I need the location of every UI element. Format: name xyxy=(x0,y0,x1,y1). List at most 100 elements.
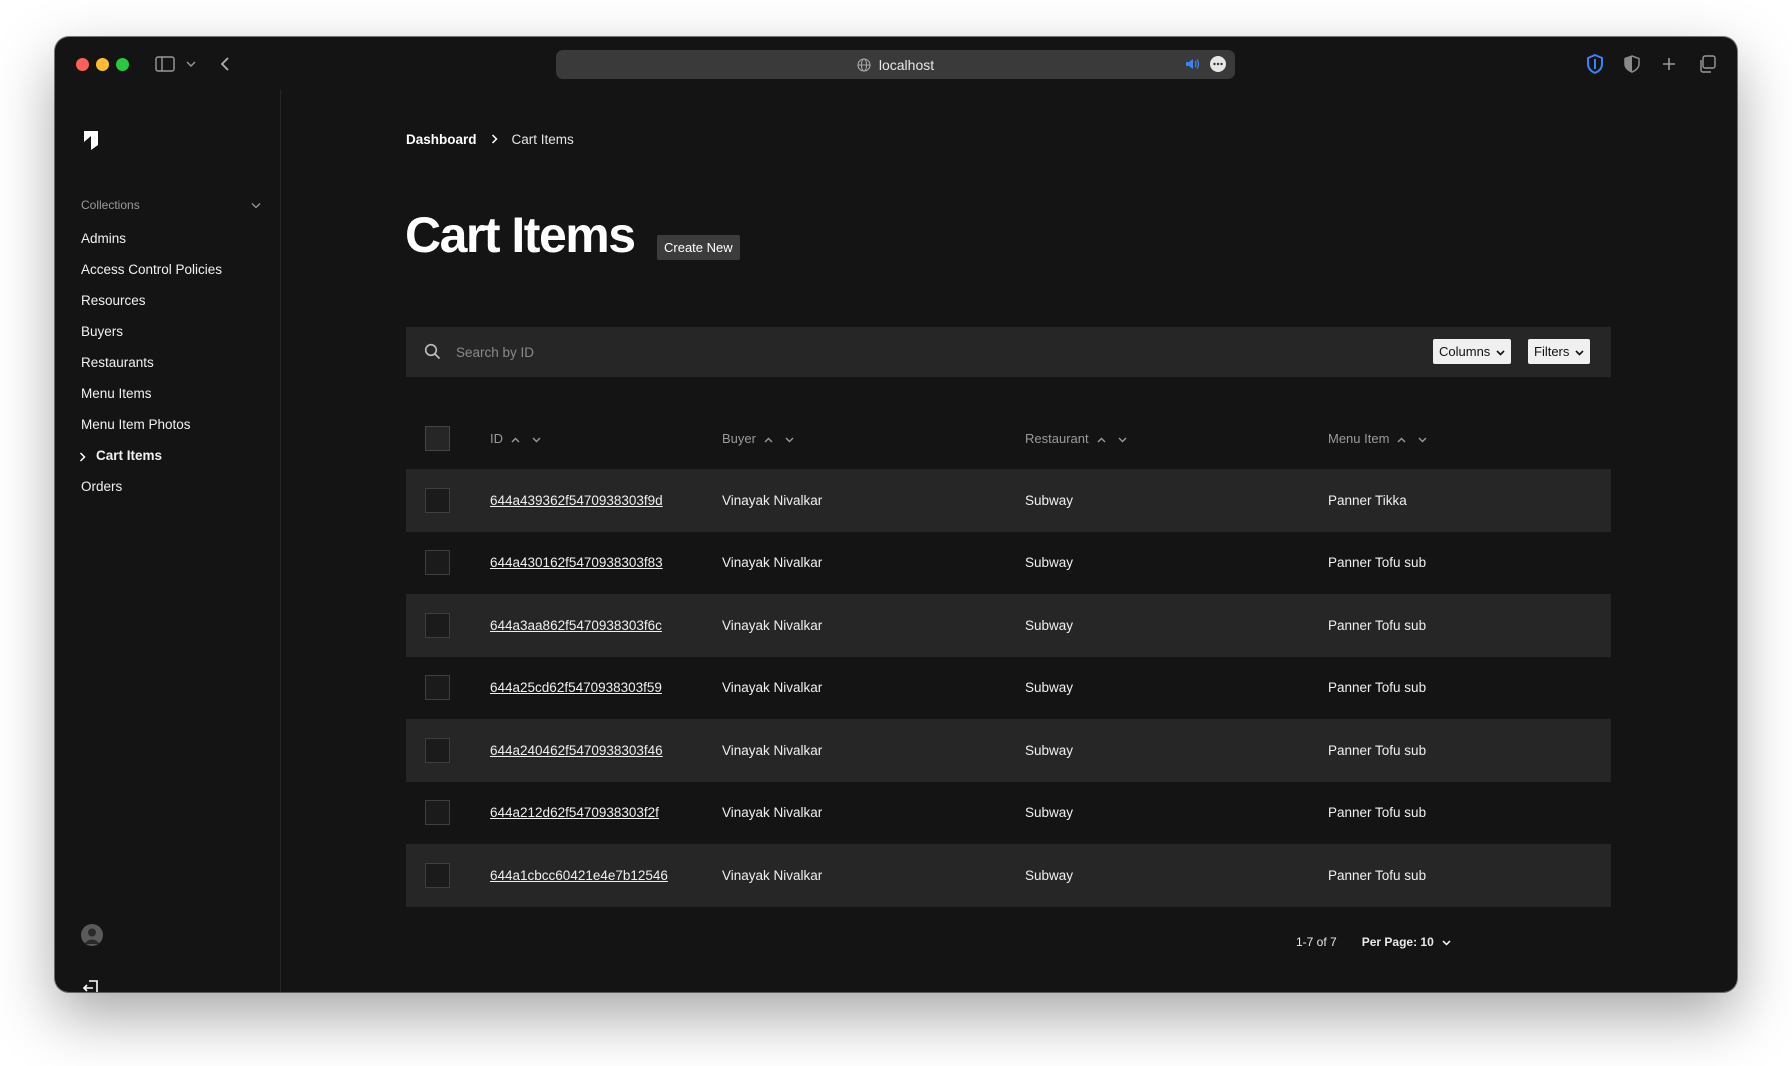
search-bar: Columns Filters xyxy=(406,327,1611,377)
chevron-down-icon[interactable] xyxy=(251,198,261,212)
sidebar-nav: Admins Access Control Policies Resources… xyxy=(79,223,271,502)
more-options-icon[interactable] xyxy=(1209,55,1227,76)
app-sidebar: Collections Admins Access Control Polici… xyxy=(55,90,281,992)
sidebar-item-label: Resources xyxy=(81,293,146,308)
select-all-checkbox[interactable] xyxy=(425,426,450,451)
row-checkbox[interactable] xyxy=(425,862,450,888)
breadcrumb-current: Cart Items xyxy=(511,132,574,147)
sidebar-toggle-icon[interactable] xyxy=(152,51,178,77)
collections-header[interactable]: Collections xyxy=(81,198,261,212)
sidebar-item-label: Admins xyxy=(81,231,127,246)
row-buyer: Vinayak Nivalkar xyxy=(722,742,823,758)
globe-icon xyxy=(857,57,871,72)
address-bar[interactable]: localhost xyxy=(556,50,1235,79)
table-row[interactable]: 644a1cbcc60421e4e7b12546 Vinayak Nivalka… xyxy=(406,844,1611,907)
sort-descending-icon[interactable] xyxy=(1118,431,1127,446)
sidebar-item-menu-item-photos[interactable]: Menu Item Photos xyxy=(81,409,271,440)
sidebar-item-label: Menu Item Photos xyxy=(81,417,191,432)
sidebar-item-label: Restaurants xyxy=(81,355,154,370)
row-restaurant: Subway xyxy=(1025,492,1074,508)
chevron-down-icon[interactable] xyxy=(178,51,204,77)
row-checkbox[interactable] xyxy=(425,675,450,701)
column-header-restaurant: Restaurant xyxy=(1025,431,1127,446)
chevron-down-icon xyxy=(1496,344,1505,359)
chevron-right-icon xyxy=(79,450,86,465)
columns-dropdown[interactable]: Columns xyxy=(1433,339,1512,364)
sidebar-item-admins[interactable]: Admins xyxy=(81,223,271,254)
row-id-link[interactable]: 644a212d62f5470938303f2f xyxy=(490,805,659,820)
row-buyer: Vinayak Nivalkar xyxy=(722,492,823,508)
sort-descending-icon[interactable] xyxy=(532,431,541,446)
table-row[interactable]: 644a212d62f5470938303f2f Vinayak Nivalka… xyxy=(406,782,1611,845)
column-header-label: Restaurant xyxy=(1025,431,1089,446)
sort-descending-icon[interactable] xyxy=(785,431,794,446)
maximize-window-button[interactable] xyxy=(116,58,129,71)
row-checkbox[interactable] xyxy=(425,487,450,513)
sidebar-item-access-control-policies[interactable]: Access Control Policies xyxy=(81,254,271,285)
sidebar-item-orders[interactable]: Orders xyxy=(81,471,271,502)
browser-titlebar: localhost xyxy=(55,37,1737,90)
table-row[interactable]: 644a430162f5470938303f83 Vinayak Nivalka… xyxy=(406,532,1611,595)
logout-icon[interactable] xyxy=(82,979,100,992)
user-avatar[interactable] xyxy=(81,924,103,946)
table-header: ID Buyer Restaurant Menu Item xyxy=(406,408,1611,469)
sidebar-item-restaurants[interactable]: Restaurants xyxy=(81,347,271,378)
speaker-icon[interactable] xyxy=(1185,57,1201,74)
create-new-button[interactable]: Create New xyxy=(657,235,740,260)
pagination: 1-7 of 7 Per Page: 10 xyxy=(1296,935,1451,949)
row-id-link[interactable]: 644a430162f5470938303f83 xyxy=(490,555,663,570)
sort-descending-icon[interactable] xyxy=(1418,431,1427,446)
sidebar-item-cart-items[interactable]: Cart Items xyxy=(79,440,271,471)
table-row[interactable]: 644a240462f5470938303f46 Vinayak Nivalka… xyxy=(406,719,1611,782)
row-id-link[interactable]: 644a3aa862f5470938303f6c xyxy=(490,618,662,633)
sidebar-item-menu-items[interactable]: Menu Items xyxy=(81,378,271,409)
chevron-right-icon xyxy=(491,132,498,147)
close-window-button[interactable] xyxy=(76,58,89,71)
sidebar-item-label: Orders xyxy=(81,479,123,494)
table-row[interactable]: 644a3aa862f5470938303f6c Vinayak Nivalka… xyxy=(406,594,1611,657)
row-checkbox[interactable] xyxy=(425,800,450,826)
minimize-window-button[interactable] xyxy=(96,58,109,71)
sidebar-item-resources[interactable]: Resources xyxy=(81,285,271,316)
sort-ascending-icon[interactable] xyxy=(1097,431,1106,446)
row-checkbox[interactable] xyxy=(425,612,450,638)
column-header-label: Buyer xyxy=(722,431,756,446)
sort-ascending-icon[interactable] xyxy=(511,431,520,446)
sort-ascending-icon[interactable] xyxy=(1397,431,1406,446)
columns-dropdown-label: Columns xyxy=(1439,344,1491,359)
sidebar-item-buyers[interactable]: Buyers xyxy=(81,316,271,347)
row-buyer: Vinayak Nivalkar xyxy=(722,555,823,571)
column-header-id: ID xyxy=(490,431,541,446)
breadcrumb-dashboard-link[interactable]: Dashboard xyxy=(406,132,477,147)
row-id-link[interactable]: 644a25cd62f5470938303f59 xyxy=(490,680,662,695)
sort-ascending-icon[interactable] xyxy=(764,431,773,446)
chevron-down-icon xyxy=(1575,344,1584,359)
row-id-link[interactable]: 644a439362f5470938303f9d xyxy=(490,493,663,508)
tab-overview-icon[interactable] xyxy=(1694,51,1720,77)
column-header-buyer: Buyer xyxy=(722,431,794,446)
row-restaurant: Subway xyxy=(1025,555,1074,571)
table-row[interactable]: 644a25cd62f5470938303f59 Vinayak Nivalka… xyxy=(406,657,1611,720)
search-input[interactable] xyxy=(456,327,1356,377)
row-restaurant: Subway xyxy=(1025,805,1074,821)
row-checkbox[interactable] xyxy=(425,737,450,763)
row-id-link[interactable]: 644a1cbcc60421e4e7b12546 xyxy=(490,868,668,883)
row-buyer: Vinayak Nivalkar xyxy=(722,617,823,633)
back-arrow-icon[interactable] xyxy=(212,51,238,77)
row-checkbox[interactable] xyxy=(425,550,450,576)
sidebar-item-label: Access Control Policies xyxy=(81,262,223,277)
url-text: localhost xyxy=(878,56,935,73)
filters-dropdown[interactable]: Filters xyxy=(1528,339,1591,364)
shield-extension-icon[interactable] xyxy=(1582,51,1608,77)
row-menu-item: Panner Tikka xyxy=(1328,492,1407,508)
privacy-shield-icon[interactable] xyxy=(1619,51,1645,77)
row-id-link[interactable]: 644a240462f5470938303f46 xyxy=(490,743,663,758)
row-restaurant: Subway xyxy=(1025,617,1074,633)
sidebar-item-label: Buyers xyxy=(81,324,124,339)
table-row[interactable]: 644a439362f5470938303f9d Vinayak Nivalka… xyxy=(406,469,1611,532)
new-tab-icon[interactable] xyxy=(1656,51,1682,77)
cart-items-table: ID Buyer Restaurant Menu Item 644a439362… xyxy=(406,408,1611,907)
collections-label: Collections xyxy=(81,198,140,212)
app-logo-icon[interactable] xyxy=(80,128,102,157)
per-page-dropdown[interactable]: Per Page: 10 xyxy=(1362,935,1451,949)
